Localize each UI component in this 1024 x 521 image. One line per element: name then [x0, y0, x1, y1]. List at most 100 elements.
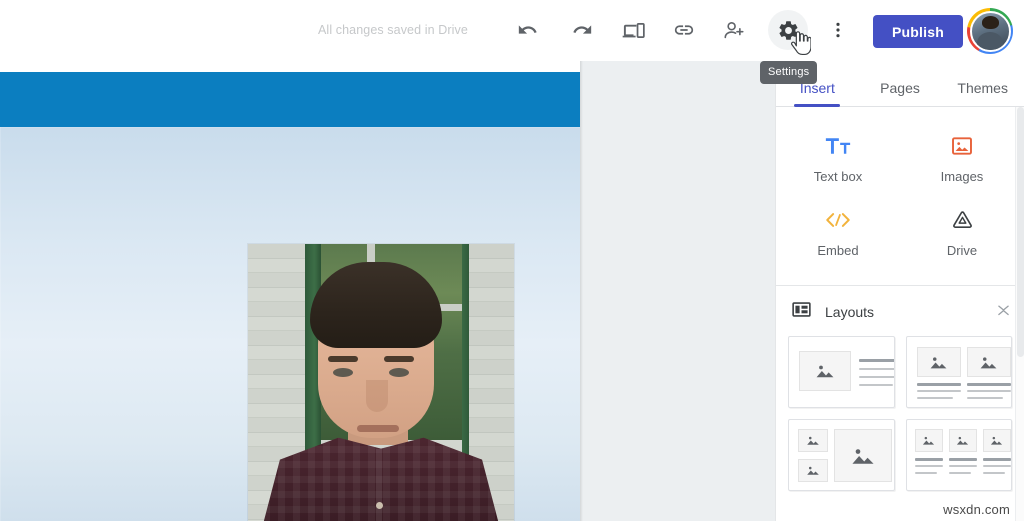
photo-person-eyebrow-right: [384, 356, 414, 362]
layout-thumb-image: [798, 459, 828, 482]
layout-thumb-image: [798, 429, 828, 452]
layout-thumb-line: [914, 465, 943, 467]
layout-thumb-line: [966, 383, 1011, 386]
layouts-section-header[interactable]: Layouts: [776, 286, 1024, 336]
insert-images-button[interactable]: Images: [900, 123, 1024, 197]
photo-shirt-button: [376, 502, 383, 509]
settings-tooltip: Settings: [760, 61, 818, 84]
photo-person-nose: [366, 380, 388, 412]
image-placeholder-icon: [816, 365, 834, 378]
layout-thumb-line: [859, 359, 894, 362]
layouts-title: Layouts: [825, 304, 875, 320]
layout-thumb-line: [914, 472, 937, 474]
layout-thumb-line: [916, 390, 961, 392]
link-icon: [674, 25, 694, 35]
watermark: wsxdn.com: [943, 502, 1010, 517]
share-button[interactable]: [714, 10, 754, 50]
insert-drive-label: Drive: [946, 243, 978, 258]
insert-panel: Insert Pages Themes Text box Images Embe…: [775, 61, 1024, 521]
avatar-image: [969, 10, 1011, 52]
layout-thumb-line: [916, 383, 961, 386]
layout-thumb-image: [966, 347, 1011, 377]
image-placeholder-icon: [980, 356, 997, 368]
layouts-grid-icon: [792, 300, 811, 324]
layout-thumb-image: [982, 429, 1011, 452]
panel-scrollbar[interactable]: [1015, 107, 1024, 521]
insert-link-button[interactable]: [664, 10, 704, 50]
layout-thumb-image: [799, 351, 851, 391]
layout-thumb-line: [948, 465, 977, 467]
site-photo[interactable]: [248, 244, 514, 521]
image-placeholder-icon: [807, 436, 819, 445]
save-status-text: All changes saved in Drive: [318, 23, 468, 37]
canvas-top-strip: [0, 61, 580, 72]
layouts-grid: [776, 336, 1024, 491]
layout-thumb-line: [916, 397, 953, 399]
photo-person-eye-left: [333, 368, 353, 377]
undo-button[interactable]: [508, 10, 548, 50]
image-placeholder-icon: [922, 436, 935, 445]
top-toolbar: All changes saved in Drive Publish: [0, 0, 1024, 61]
insert-options-grid: Text box Images Embed Drive: [776, 107, 1024, 283]
layout-thumb-line: [859, 384, 893, 386]
layout-thumb-line: [859, 368, 894, 370]
layout-thumb-line: [966, 390, 1011, 392]
insert-images-label: Images: [940, 169, 984, 184]
canvas-edge-shadow: [580, 61, 583, 521]
layout-thumb-line: [982, 472, 1005, 474]
settings-button[interactable]: [768, 10, 808, 50]
photo-person-mouth: [357, 425, 399, 432]
layout-thumb-line: [982, 465, 1011, 467]
images-icon: [951, 134, 973, 158]
image-placeholder-icon: [956, 436, 969, 445]
site-header-bar[interactable]: [0, 72, 580, 127]
publish-button[interactable]: Publish: [873, 15, 963, 48]
preview-button[interactable]: [613, 10, 653, 50]
insert-text-box-button[interactable]: Text box: [776, 123, 900, 197]
editor-body: Insert Pages Themes Text box Images Embe…: [0, 61, 1024, 521]
layout-option-image-left-text-right[interactable]: [788, 336, 895, 408]
undo-icon: [518, 25, 537, 34]
insert-drive-button[interactable]: Drive: [900, 197, 1024, 271]
add-person-icon: [723, 21, 744, 38]
redo-button[interactable]: [562, 10, 602, 50]
more-vertical-icon: [836, 22, 840, 38]
layout-thumb-image: [914, 429, 943, 452]
layout-option-two-images-with-captions[interactable]: [905, 336, 1012, 408]
text-box-icon: [825, 134, 851, 158]
insert-embed-button[interactable]: Embed: [776, 197, 900, 271]
photo-shirt-placket: [376, 449, 382, 521]
panel-scrollbar-thumb[interactable]: [1017, 107, 1024, 357]
image-placeholder-icon: [852, 448, 874, 464]
devices-preview-icon: [622, 22, 645, 38]
google-sites-editor: All changes saved in Drive Publish Setti…: [0, 0, 1024, 521]
site-canvas[interactable]: [0, 61, 580, 521]
image-placeholder-icon: [930, 356, 947, 368]
image-placeholder-icon: [990, 436, 1003, 445]
layout-thumb-line: [982, 458, 1011, 461]
more-options-button[interactable]: [820, 10, 856, 50]
insert-embed-label: Embed: [817, 243, 859, 258]
avatar[interactable]: [967, 8, 1013, 54]
gear-icon: [778, 20, 797, 40]
layout-option-two-small-one-large[interactable]: [788, 419, 895, 491]
layout-thumb-line: [948, 472, 971, 474]
collapse-chevrons-icon[interactable]: [997, 302, 1010, 317]
layout-thumb-image: [834, 429, 892, 482]
layout-thumb-line: [966, 397, 1003, 399]
layout-thumb-line: [914, 458, 943, 461]
layout-thumb-image: [916, 347, 961, 377]
layout-thumb-image: [948, 429, 977, 452]
tab-pages[interactable]: Pages: [859, 80, 942, 106]
layout-thumb-line: [859, 376, 894, 378]
layout-thumb-line: [948, 458, 977, 461]
redo-icon: [573, 25, 592, 34]
drive-triangle-icon: [951, 208, 974, 232]
image-placeholder-icon: [807, 466, 819, 475]
photo-person-eye-right: [389, 368, 409, 377]
photo-person-eyebrow-left: [328, 356, 358, 362]
layout-option-three-images-with-captions[interactable]: [905, 419, 1012, 491]
tab-themes[interactable]: Themes: [941, 80, 1024, 106]
insert-text-box-label: Text box: [813, 169, 863, 184]
embed-code-icon: [825, 208, 851, 232]
